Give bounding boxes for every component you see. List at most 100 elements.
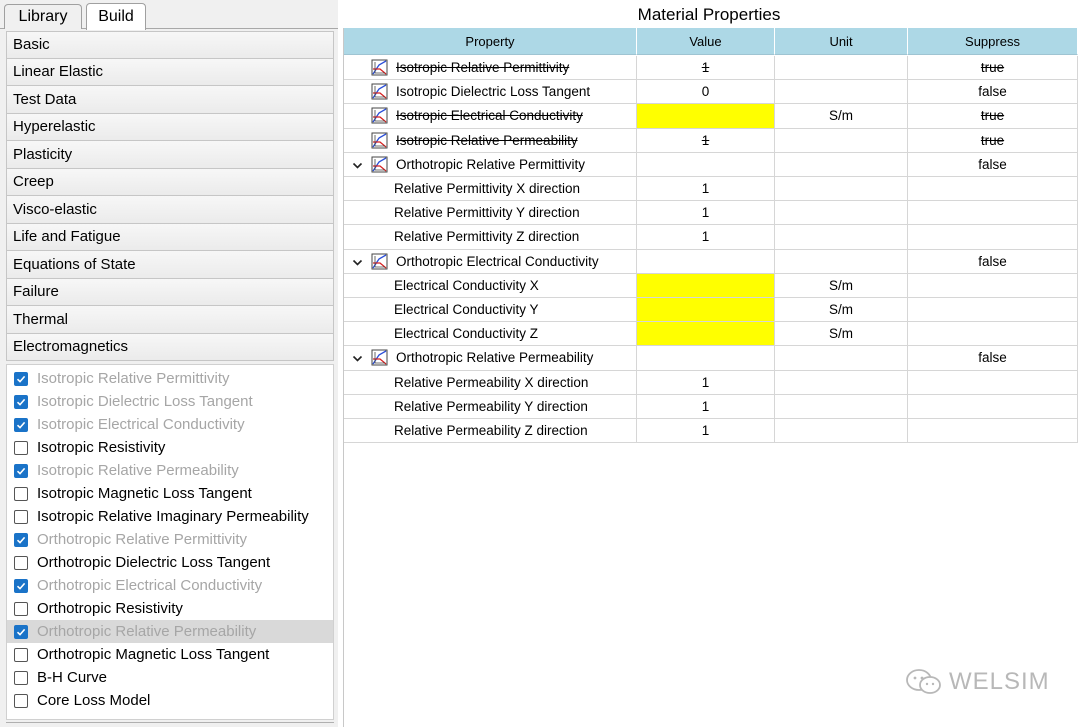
unit-cell[interactable] (775, 346, 908, 371)
property-cell[interactable]: Electrical Conductivity Y (344, 298, 637, 323)
suppress-cell[interactable]: true (908, 128, 1078, 153)
tab-library[interactable]: Library (4, 4, 82, 29)
property-cell[interactable]: Isotropic Dielectric Loss Tangent (344, 80, 637, 105)
chevron-down-icon[interactable] (352, 256, 363, 267)
property-cell[interactable]: Relative Permittivity Z direction (344, 225, 637, 250)
category-plasticity[interactable]: Plasticity (6, 141, 334, 169)
property-subrow[interactable]: Relative Permeability Y direction 1 (344, 394, 1079, 419)
property-subrow[interactable]: Relative Permeability X direction 1 (344, 370, 1079, 395)
checkbox[interactable] (14, 578, 28, 593)
property-subrow[interactable]: Electrical Conductivity Z S/m (344, 322, 1079, 347)
suppress-cell[interactable] (908, 273, 1078, 298)
property-cell[interactable]: Relative Permittivity Y direction (344, 201, 637, 226)
checklist-item[interactable]: B-H Curve (7, 666, 333, 689)
checklist-item[interactable]: Orthotropic Relative Permittivity (7, 528, 333, 551)
property-cell[interactable]: Isotropic Relative Permeability (344, 128, 637, 153)
property-cell[interactable]: Relative Permeability Y direction (344, 394, 637, 419)
suppress-cell[interactable]: false (908, 80, 1078, 105)
checklist-item[interactable]: Orthotropic Dielectric Loss Tangent (7, 551, 333, 574)
checklist-item[interactable]: Orthotropic Magnetic Loss Tangent (7, 643, 333, 666)
checklist-item[interactable]: Orthotropic Resistivity (7, 597, 333, 620)
value-cell[interactable] (637, 322, 775, 347)
property-cell[interactable]: Isotropic Electrical Conductivity (344, 104, 637, 129)
value-cell[interactable]: 1 (637, 56, 775, 81)
category-visco-elastic[interactable]: Visco-elastic (6, 196, 334, 224)
property-subrow[interactable]: Electrical Conductivity X S/m (344, 273, 1079, 298)
checklist-item[interactable]: Isotropic Magnetic Loss Tangent (7, 482, 333, 505)
property-cell[interactable]: Orthotropic Relative Permeability (344, 346, 637, 371)
suppress-cell[interactable] (908, 394, 1078, 419)
property-cell[interactable]: Orthotropic Electrical Conductivity (344, 249, 637, 274)
suppress-cell[interactable]: true (908, 104, 1078, 129)
checklist-item[interactable]: Isotropic Relative Permeability (7, 459, 333, 482)
value-cell[interactable] (637, 249, 775, 274)
value-cell[interactable]: 1 (637, 177, 775, 202)
unit-cell[interactable] (775, 225, 908, 250)
value-cell[interactable] (637, 346, 775, 371)
property-cell[interactable]: Relative Permeability Z direction (344, 419, 637, 444)
category-electromagnetics[interactable]: Electromagnetics (6, 333, 334, 361)
checkbox[interactable] (14, 670, 28, 685)
value-cell[interactable] (637, 152, 775, 177)
column-header-suppress[interactable]: Suppress (908, 28, 1078, 55)
property-cell[interactable]: Orthotropic Relative Permittivity (344, 152, 637, 177)
unit-cell[interactable]: S/m (775, 104, 908, 129)
checkbox[interactable] (14, 555, 28, 570)
category-life-and-fatigue[interactable]: Life and Fatigue (6, 223, 334, 251)
suppress-cell[interactable] (908, 419, 1078, 444)
checkbox[interactable] (14, 647, 28, 662)
unit-cell[interactable]: S/m (775, 273, 908, 298)
property-row[interactable]: Isotropic Dielectric Loss Tangent 0 false (344, 80, 1079, 105)
suppress-cell[interactable]: false (908, 152, 1078, 177)
property-cell[interactable]: Relative Permittivity X direction (344, 177, 637, 202)
unit-cell[interactable] (775, 56, 908, 81)
suppress-cell[interactable] (908, 370, 1078, 395)
suppress-cell[interactable] (908, 298, 1078, 323)
checkbox[interactable] (14, 624, 28, 639)
category-equations-of-state[interactable]: Equations of State (6, 251, 334, 279)
property-row[interactable]: Isotropic Relative Permeability 1 true (344, 128, 1079, 153)
suppress-cell[interactable] (908, 177, 1078, 202)
property-row[interactable]: Orthotropic Relative Permittivity false (344, 152, 1079, 177)
column-header-value[interactable]: Value (637, 28, 775, 55)
checkbox[interactable] (14, 463, 28, 478)
value-cell[interactable]: 1 (637, 370, 775, 395)
property-subrow[interactable]: Relative Permittivity Z direction 1 (344, 225, 1079, 250)
unit-cell[interactable] (775, 419, 908, 444)
value-cell[interactable]: 1 (637, 419, 775, 444)
column-header-unit[interactable]: Unit (775, 28, 908, 55)
property-cell[interactable]: Electrical Conductivity X (344, 273, 637, 298)
suppress-cell[interactable]: false (908, 346, 1078, 371)
tab-build[interactable]: Build (86, 3, 146, 30)
checklist-item[interactable]: Isotropic Relative Permittivity (7, 367, 333, 390)
checkbox[interactable] (14, 440, 28, 455)
checklist-item[interactable]: Core Loss Model (7, 689, 333, 712)
property-cell[interactable]: Electrical Conductivity Z (344, 322, 637, 347)
chevron-down-icon[interactable] (352, 352, 363, 363)
checkbox[interactable] (14, 486, 28, 501)
unit-cell[interactable] (775, 370, 908, 395)
suppress-cell[interactable] (908, 201, 1078, 226)
checklist-item[interactable]: Isotropic Dielectric Loss Tangent (7, 390, 333, 413)
suppress-cell[interactable]: true (908, 56, 1078, 81)
property-row[interactable]: Isotropic Relative Permittivity 1 true (344, 56, 1079, 81)
property-subrow[interactable]: Relative Permittivity X direction 1 (344, 177, 1079, 202)
category-basic[interactable]: Basic (6, 31, 334, 59)
category-failure[interactable]: Failure (6, 278, 334, 306)
unit-cell[interactable]: S/m (775, 322, 908, 347)
column-header-property[interactable]: Property (344, 28, 637, 55)
unit-cell[interactable] (775, 201, 908, 226)
value-cell[interactable] (637, 273, 775, 298)
checkbox[interactable] (14, 371, 28, 386)
checklist-item[interactable]: Orthotropic Relative Permeability (7, 620, 333, 643)
suppress-cell[interactable]: false (908, 249, 1078, 274)
unit-cell[interactable] (775, 177, 908, 202)
checkbox[interactable] (14, 693, 28, 708)
category-thermal[interactable]: Thermal (6, 306, 334, 334)
property-row[interactable]: Isotropic Electrical Conductivity S/m true (344, 104, 1079, 129)
chevron-down-icon[interactable] (352, 159, 363, 170)
suppress-cell[interactable] (908, 322, 1078, 347)
unit-cell[interactable] (775, 249, 908, 274)
property-subrow[interactable]: Relative Permeability Z direction 1 (344, 419, 1079, 444)
property-subrow[interactable]: Relative Permittivity Y direction 1 (344, 201, 1079, 226)
